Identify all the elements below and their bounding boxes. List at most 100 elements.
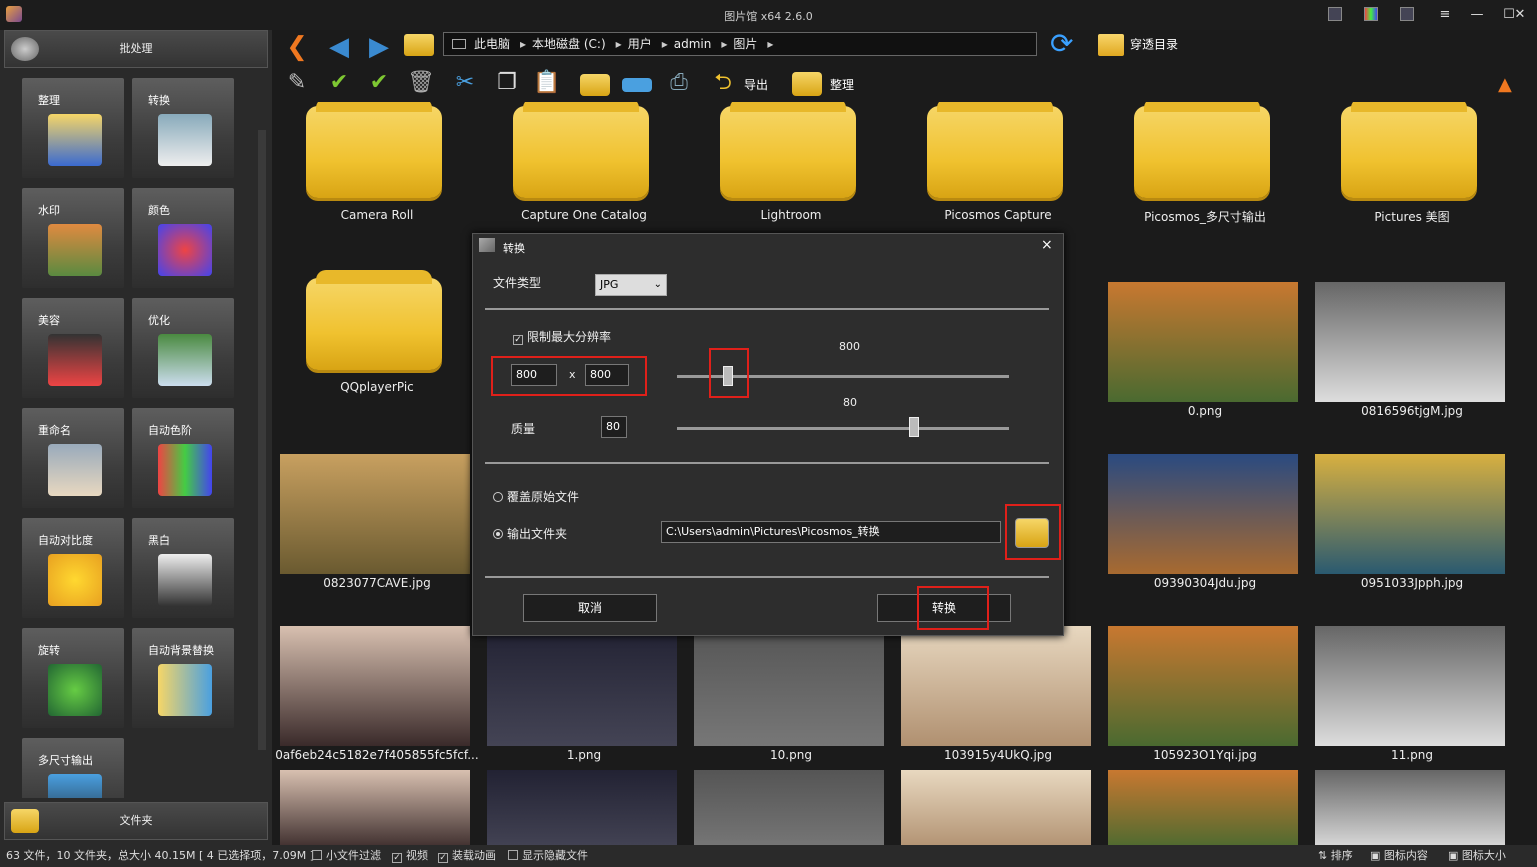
folder-item[interactable]: Pictures 美图 bbox=[1309, 102, 1505, 272]
address-bar[interactable]: 此电脑 ▸ 本地磁盘 (C:) ▸ 用户 ▸ admin ▸ 图片 ▸ bbox=[443, 32, 1037, 56]
image-item[interactable]: 11.png bbox=[1309, 618, 1505, 788]
batch-tile[interactable]: 自动对比度 bbox=[22, 518, 124, 618]
monitor-icon[interactable] bbox=[1400, 7, 1414, 21]
load-anim-checkbox[interactable]: ✓ 装载动画 bbox=[438, 845, 496, 867]
batch-tile[interactable]: 重命名 bbox=[22, 408, 124, 508]
batch-tile[interactable]: 美容 bbox=[22, 298, 124, 398]
breadcrumb-separator[interactable]: ▸ bbox=[616, 37, 622, 51]
icon-size-button[interactable]: ▣ 图标大小 bbox=[1448, 845, 1506, 867]
cancel-button[interactable]: 取消 bbox=[523, 594, 657, 622]
new-folder-icon[interactable] bbox=[580, 74, 610, 96]
breadcrumb-item[interactable]: admin bbox=[674, 37, 712, 51]
slider-highlight bbox=[709, 348, 749, 398]
parent-folder-icon[interactable] bbox=[404, 34, 434, 56]
image-thumbnail[interactable] bbox=[694, 770, 884, 845]
batch-tile[interactable]: 整理 bbox=[22, 78, 124, 178]
delete-icon[interactable]: 🗑 bbox=[406, 68, 436, 98]
menu-button[interactable]: ≡ bbox=[1430, 3, 1460, 27]
video-checkbox[interactable]: ✓ 视频 bbox=[392, 845, 428, 867]
back-orange-icon[interactable]: ❮ bbox=[284, 34, 310, 60]
folder-item[interactable]: QQplayerPic bbox=[274, 270, 470, 444]
limit-res-checkbox[interactable]: ✓ 限制最大分辨率 bbox=[513, 328, 611, 345]
sort-button[interactable]: ⇅ 排序 bbox=[1318, 845, 1353, 867]
output-path-input[interactable]: C:\Users\admin\Pictures\Picosmos_转换 bbox=[661, 521, 1001, 543]
tools-icon[interactable]: ✎ bbox=[282, 68, 312, 98]
organize-tool-icon[interactable] bbox=[792, 72, 822, 96]
image-thumbnail[interactable] bbox=[280, 770, 470, 845]
forward-icon[interactable]: ▶ bbox=[366, 34, 392, 60]
check-icon[interactable]: ✔ bbox=[324, 68, 354, 98]
folder-item[interactable]: Camera Roll bbox=[274, 102, 470, 272]
cut-icon[interactable]: ✂ bbox=[450, 68, 480, 98]
image-item[interactable]: 0af6eb24c5182e7f405855fc5fcf... bbox=[274, 618, 479, 788]
overwrite-radio[interactable]: 覆盖原始文件 bbox=[493, 488, 579, 505]
batch-tile[interactable]: 旋转 bbox=[22, 628, 124, 728]
folder-header[interactable]: 文件夹 bbox=[4, 802, 268, 840]
penetrate-dir-button[interactable]: 穿透目录 bbox=[1098, 34, 1178, 56]
refresh-icon[interactable]: ⟳ bbox=[1050, 30, 1080, 60]
export-label[interactable]: 导出 bbox=[744, 76, 768, 93]
palette-icon[interactable] bbox=[1364, 7, 1378, 21]
image-thumbnail[interactable] bbox=[1108, 770, 1298, 845]
image-item[interactable]: 0.png bbox=[1102, 274, 1298, 444]
breadcrumb-separator[interactable]: ▸ bbox=[721, 37, 727, 51]
image-thumbnail[interactable] bbox=[901, 770, 1091, 845]
limit-res-label: 限制最大分辨率 bbox=[527, 330, 612, 344]
image-item[interactable]: 0816596tjgM.jpg bbox=[1309, 274, 1505, 444]
image-thumbnail[interactable] bbox=[487, 770, 677, 845]
rename-tool-icon[interactable] bbox=[622, 78, 652, 92]
image-item[interactable]: 0951033Jpph.jpg bbox=[1309, 446, 1505, 616]
batch-tile[interactable]: 自动色阶 bbox=[132, 408, 234, 508]
background-replace-icon bbox=[158, 664, 212, 716]
watermark-icon bbox=[48, 224, 102, 276]
close-button[interactable]: ✕ bbox=[1506, 3, 1534, 27]
image-item[interactable]: 10.png bbox=[688, 618, 884, 788]
filter-small-checkbox[interactable]: 小文件过滤 bbox=[312, 845, 381, 867]
print-icon[interactable]: ⎙ bbox=[664, 68, 694, 98]
breadcrumb-item[interactable]: 此电脑 bbox=[474, 37, 510, 51]
image-item[interactable]: 0823077CAVE.jpg bbox=[274, 446, 470, 616]
export-icon[interactable]: ⮌ bbox=[708, 68, 738, 98]
breadcrumb-separator[interactable]: ▸ bbox=[767, 37, 773, 51]
batch-tile[interactable]: 转换 bbox=[132, 78, 234, 178]
skin-icon[interactable] bbox=[1328, 7, 1342, 21]
file-type-select[interactable]: JPG ⌄ bbox=[595, 274, 667, 296]
penetrate-label: 穿透目录 bbox=[1130, 37, 1179, 52]
image-item[interactable]: 103915y4UkQ.jpg bbox=[895, 618, 1091, 788]
show-hidden-checkbox[interactable]: 显示隐藏文件 bbox=[508, 845, 588, 867]
breadcrumb-separator[interactable]: ▸ bbox=[520, 37, 526, 51]
folder-icon bbox=[720, 102, 856, 198]
paste-icon[interactable]: 📋 bbox=[532, 68, 562, 98]
quality-slider-thumb[interactable] bbox=[909, 417, 920, 437]
image-thumbnail[interactable] bbox=[1315, 770, 1505, 845]
image-item[interactable]: 105923O1Yqi.jpg bbox=[1102, 618, 1298, 788]
batch-tile[interactable]: 优化 bbox=[132, 298, 234, 398]
back-icon[interactable]: ◀ bbox=[326, 34, 352, 60]
minimize-button[interactable]: — bbox=[1462, 3, 1492, 27]
dialog-close-button[interactable]: × bbox=[1041, 237, 1053, 253]
collapse-up-icon[interactable]: ▲ bbox=[1498, 74, 1512, 95]
breadcrumb-item[interactable]: 用户 bbox=[628, 37, 652, 51]
batch-tile[interactable]: 黑白 bbox=[132, 518, 234, 618]
batch-tile[interactable]: 颜色 bbox=[132, 188, 234, 288]
quality-slider[interactable] bbox=[677, 427, 1009, 430]
image-item[interactable]: 09390304Jdu.jpg bbox=[1102, 446, 1298, 616]
breadcrumb-item[interactable]: 图片 bbox=[733, 37, 757, 51]
folder-item[interactable]: Picosmos_多尺寸输出 bbox=[1102, 102, 1298, 272]
sidebar-scrollbar[interactable] bbox=[258, 130, 266, 750]
breadcrumb-item[interactable]: 本地磁盘 (C:) bbox=[532, 37, 606, 51]
batch-tile[interactable]: 多尺寸输出 bbox=[22, 738, 124, 798]
icon-content-button[interactable]: ▣ 图标内容 bbox=[1370, 845, 1428, 867]
quality-input[interactable]: 80 bbox=[601, 416, 627, 438]
output-folder-radio[interactable]: 输出文件夹 bbox=[493, 525, 567, 542]
batch-tile[interactable]: 水印 bbox=[22, 188, 124, 288]
copy-icon[interactable]: ❐ bbox=[492, 68, 522, 98]
batch-tile[interactable]: 自动背景替换 bbox=[132, 628, 234, 728]
organize-label[interactable]: 整理 bbox=[830, 76, 854, 93]
image-thumbnail bbox=[1108, 454, 1298, 574]
batch-header[interactable]: 批处理 bbox=[4, 30, 268, 68]
image-item[interactable]: 1.png bbox=[481, 618, 677, 788]
check-cross-icon[interactable]: ✔ bbox=[364, 68, 394, 98]
breadcrumb-separator[interactable]: ▸ bbox=[662, 37, 668, 51]
item-name: 11.png bbox=[1391, 748, 1433, 762]
